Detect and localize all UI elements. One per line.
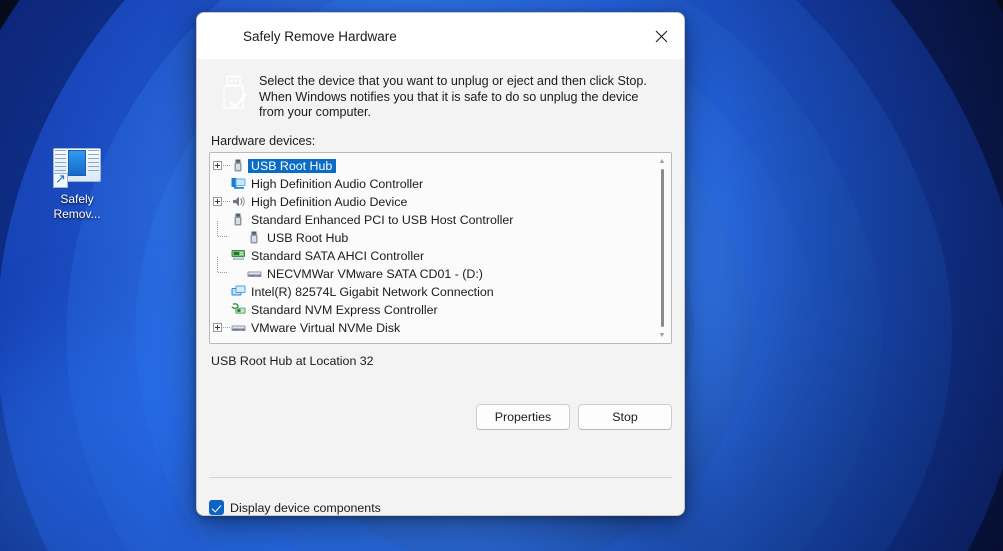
dialog-body: Select the device that you want to unplu…	[197, 59, 684, 515]
disk-drive-icon	[228, 319, 248, 337]
hardware-devices-list: USB Root Hub High Definition Audio Contro…	[210, 153, 671, 337]
scrollbar-thumb[interactable]	[661, 168, 664, 327]
dialog-titlebar[interactable]: Safely Remove Hardware	[197, 13, 684, 59]
device-label: Standard SATA AHCI Controller	[251, 248, 425, 263]
device-row[interactable]: Standard NVM Express Controller	[210, 301, 671, 319]
nvme-controller-icon	[228, 301, 248, 319]
hardware-devices-listbox[interactable]: USB Root Hub High Definition Audio Contro…	[209, 151, 672, 344]
tree-connector-icon	[210, 283, 228, 301]
device-label: USB Root Hub	[248, 158, 337, 173]
listbox-scrollbar[interactable]: ▲ ▼	[656, 157, 668, 341]
scroll-up-icon[interactable]: ▲	[656, 157, 668, 167]
expand-plus-icon[interactable]	[210, 193, 230, 211]
device-row[interactable]: Standard Enhanced PCI to USB Host Contro…	[210, 211, 671, 229]
safely-remove-hardware-dialog: Safely Remove Hardware Select the device…	[196, 12, 685, 516]
device-row[interactable]: VMware Virtual NVMe Disk	[210, 319, 671, 337]
tree-connector-icon	[210, 211, 228, 229]
tree-connector-icon	[210, 175, 228, 193]
expand-plus-icon[interactable]	[210, 157, 230, 175]
device-row[interactable]: NECVMWar VMware SATA CD01 - (D:)	[210, 256, 671, 283]
device-row[interactable]: Intel(R) 82574L Gigabit Network Connecti…	[210, 283, 671, 301]
selected-device-status: USB Root Hub at Location 32	[211, 353, 374, 368]
dialog-intro-text: Select the device that you want to unplu…	[259, 74, 647, 119]
device-row[interactable]: USB Root Hub	[210, 220, 671, 247]
tree-connector-icon	[210, 256, 228, 283]
stop-button[interactable]: Stop	[578, 404, 672, 430]
tree-connector-icon	[210, 247, 228, 265]
device-label: Standard NVM Express Controller	[251, 302, 438, 317]
device-row[interactable]: USB Root Hub	[210, 157, 671, 175]
device-label: High Definition Audio Controller	[251, 176, 424, 191]
usb-port-icon	[228, 211, 248, 229]
audio-controller-icon	[228, 175, 248, 193]
checkbox-check-icon[interactable]	[209, 500, 224, 515]
device-label: Intel(R) 82574L Gigabit Network Connecti…	[251, 284, 494, 299]
desktop[interactable]: SafelyRemov... Safely Remove Hardware	[0, 0, 1003, 551]
sata-controller-icon	[228, 247, 248, 265]
device-action-buttons: Properties Stop	[476, 404, 672, 430]
desktop-icon-label-line1: Safely	[60, 192, 94, 206]
dialog-header-row: Select the device that you want to unplu…	[209, 59, 672, 125]
device-label: USB Root Hub	[267, 230, 349, 245]
device-label: High Definition Audio Device	[251, 194, 408, 209]
desktop-icon-label-line2: Remov...	[53, 207, 101, 221]
desktop-icon-label: Safely Remov...	[38, 192, 116, 222]
scroll-down-icon[interactable]: ▼	[656, 331, 668, 341]
checkbox-label: Display device components	[230, 500, 381, 515]
speaker-icon	[228, 193, 248, 211]
hardware-devices-label: Hardware devices:	[211, 133, 316, 148]
usb-port-icon	[244, 229, 264, 247]
device-row[interactable]: Standard SATA AHCI Controller	[210, 247, 671, 265]
device-label: Standard Enhanced PCI to USB Host Contro…	[251, 212, 514, 227]
properties-button[interactable]: Properties	[476, 404, 570, 430]
safely-remove-shortcut-icon	[53, 146, 101, 188]
tree-connector-icon	[210, 220, 228, 247]
close-icon[interactable]	[638, 13, 684, 59]
tree-connector-icon	[210, 301, 228, 319]
disk-drive-icon	[244, 265, 264, 283]
network-adapter-icon	[228, 283, 248, 301]
usb-drive-check-icon	[209, 73, 259, 121]
dialog-divider	[209, 477, 672, 478]
expand-plus-icon[interactable]	[210, 319, 230, 337]
display-device-components-checkbox[interactable]: Display device components	[209, 500, 381, 515]
device-row[interactable]: High Definition Audio Device	[210, 193, 671, 211]
desktop-icon-safely-remove-hardware[interactable]: SafelyRemov...	[38, 146, 116, 222]
usb-port-icon	[228, 157, 248, 175]
device-label: NECVMWar VMware SATA CD01 - (D:)	[267, 266, 483, 281]
device-label: VMware Virtual NVMe Disk	[251, 320, 401, 335]
dialog-title: Safely Remove Hardware	[243, 28, 397, 44]
shortcut-overlay-icon	[53, 171, 68, 188]
device-row[interactable]: High Definition Audio Controller	[210, 175, 671, 193]
